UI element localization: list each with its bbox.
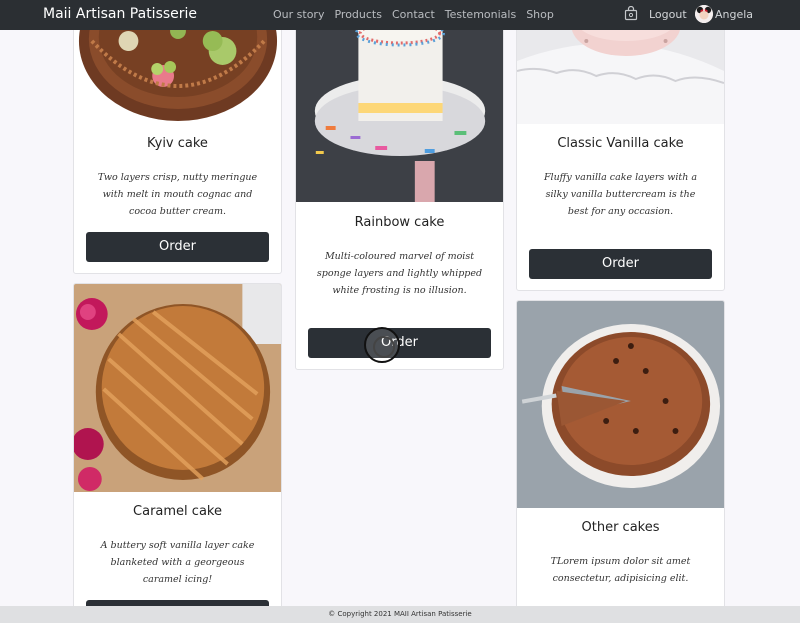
- nav-link-testimonials[interactable]: Testemonials: [445, 8, 516, 21]
- rainbow-cake-image: [296, 11, 503, 202]
- brand-logo-text[interactable]: Maii Artisan Patisserie: [43, 6, 197, 22]
- user-name: Angela: [715, 8, 754, 21]
- user-avatar[interactable]: [695, 5, 713, 23]
- click-cursor-indicator: [364, 327, 400, 363]
- caramel-cake-image: [74, 284, 281, 492]
- other-cakes-title: Other cakes: [581, 520, 660, 535]
- navbar: Maii Artisan Patisserie Our story Produc…: [0, 0, 800, 30]
- rainbow-cake-title: Rainbow cake: [354, 215, 445, 230]
- vanilla-cake-title: Classic Vanilla cake: [557, 136, 684, 151]
- nav-link-products[interactable]: Products: [334, 8, 382, 21]
- other-cakes-description: TLorem ipsum dolor sit amet consectetur,…: [550, 556, 691, 584]
- product-card-other: Other cakes TLorem ipsum dolor sit amet …: [516, 300, 725, 623]
- kyiv-cake-description: Two layers crisp, nutty meringue with me…: [97, 172, 258, 217]
- nav-link-contact[interactable]: Contact: [392, 8, 435, 21]
- caramel-cake-title: Caramel cake: [133, 504, 222, 519]
- rainbow-cake-description: Multi-coloured marvel of moist sponge la…: [316, 251, 483, 296]
- caramel-cake-description: A buttery soft vanilla layer cake blanke…: [100, 540, 255, 585]
- nav-link-shop[interactable]: Shop: [526, 8, 554, 21]
- copyright-text: © Copyright 2021 MAII Artisan Patisserie: [328, 610, 472, 618]
- kyiv-cake-title: Kyiv cake: [147, 136, 208, 151]
- logout-link[interactable]: Logout: [649, 8, 687, 21]
- product-card-kyiv: Kyiv cake Two layers crisp, nutty mering…: [73, 10, 282, 274]
- vanilla-cake-description: Fluffy vanilla cake layers with a silky …: [543, 172, 698, 217]
- nav-links: Our story Products Contact Testemonials …: [273, 8, 554, 21]
- shopping-bag-icon[interactable]: [624, 5, 638, 21]
- product-card-vanilla: Classic Vanilla cake Fluffy vanilla cake…: [516, 10, 725, 291]
- product-card-caramel: Caramel cake A buttery soft vanilla laye…: [73, 283, 282, 623]
- other-cakes-image: [517, 301, 724, 508]
- kyiv-order-button[interactable]: Order: [86, 232, 269, 262]
- footer: © Copyright 2021 MAII Artisan Patisserie: [0, 606, 800, 623]
- product-card-rainbow: Rainbow cake Multi-coloured marvel of mo…: [295, 10, 504, 370]
- nav-link-our-story[interactable]: Our story: [273, 8, 324, 21]
- vanilla-order-button[interactable]: Order: [529, 249, 712, 279]
